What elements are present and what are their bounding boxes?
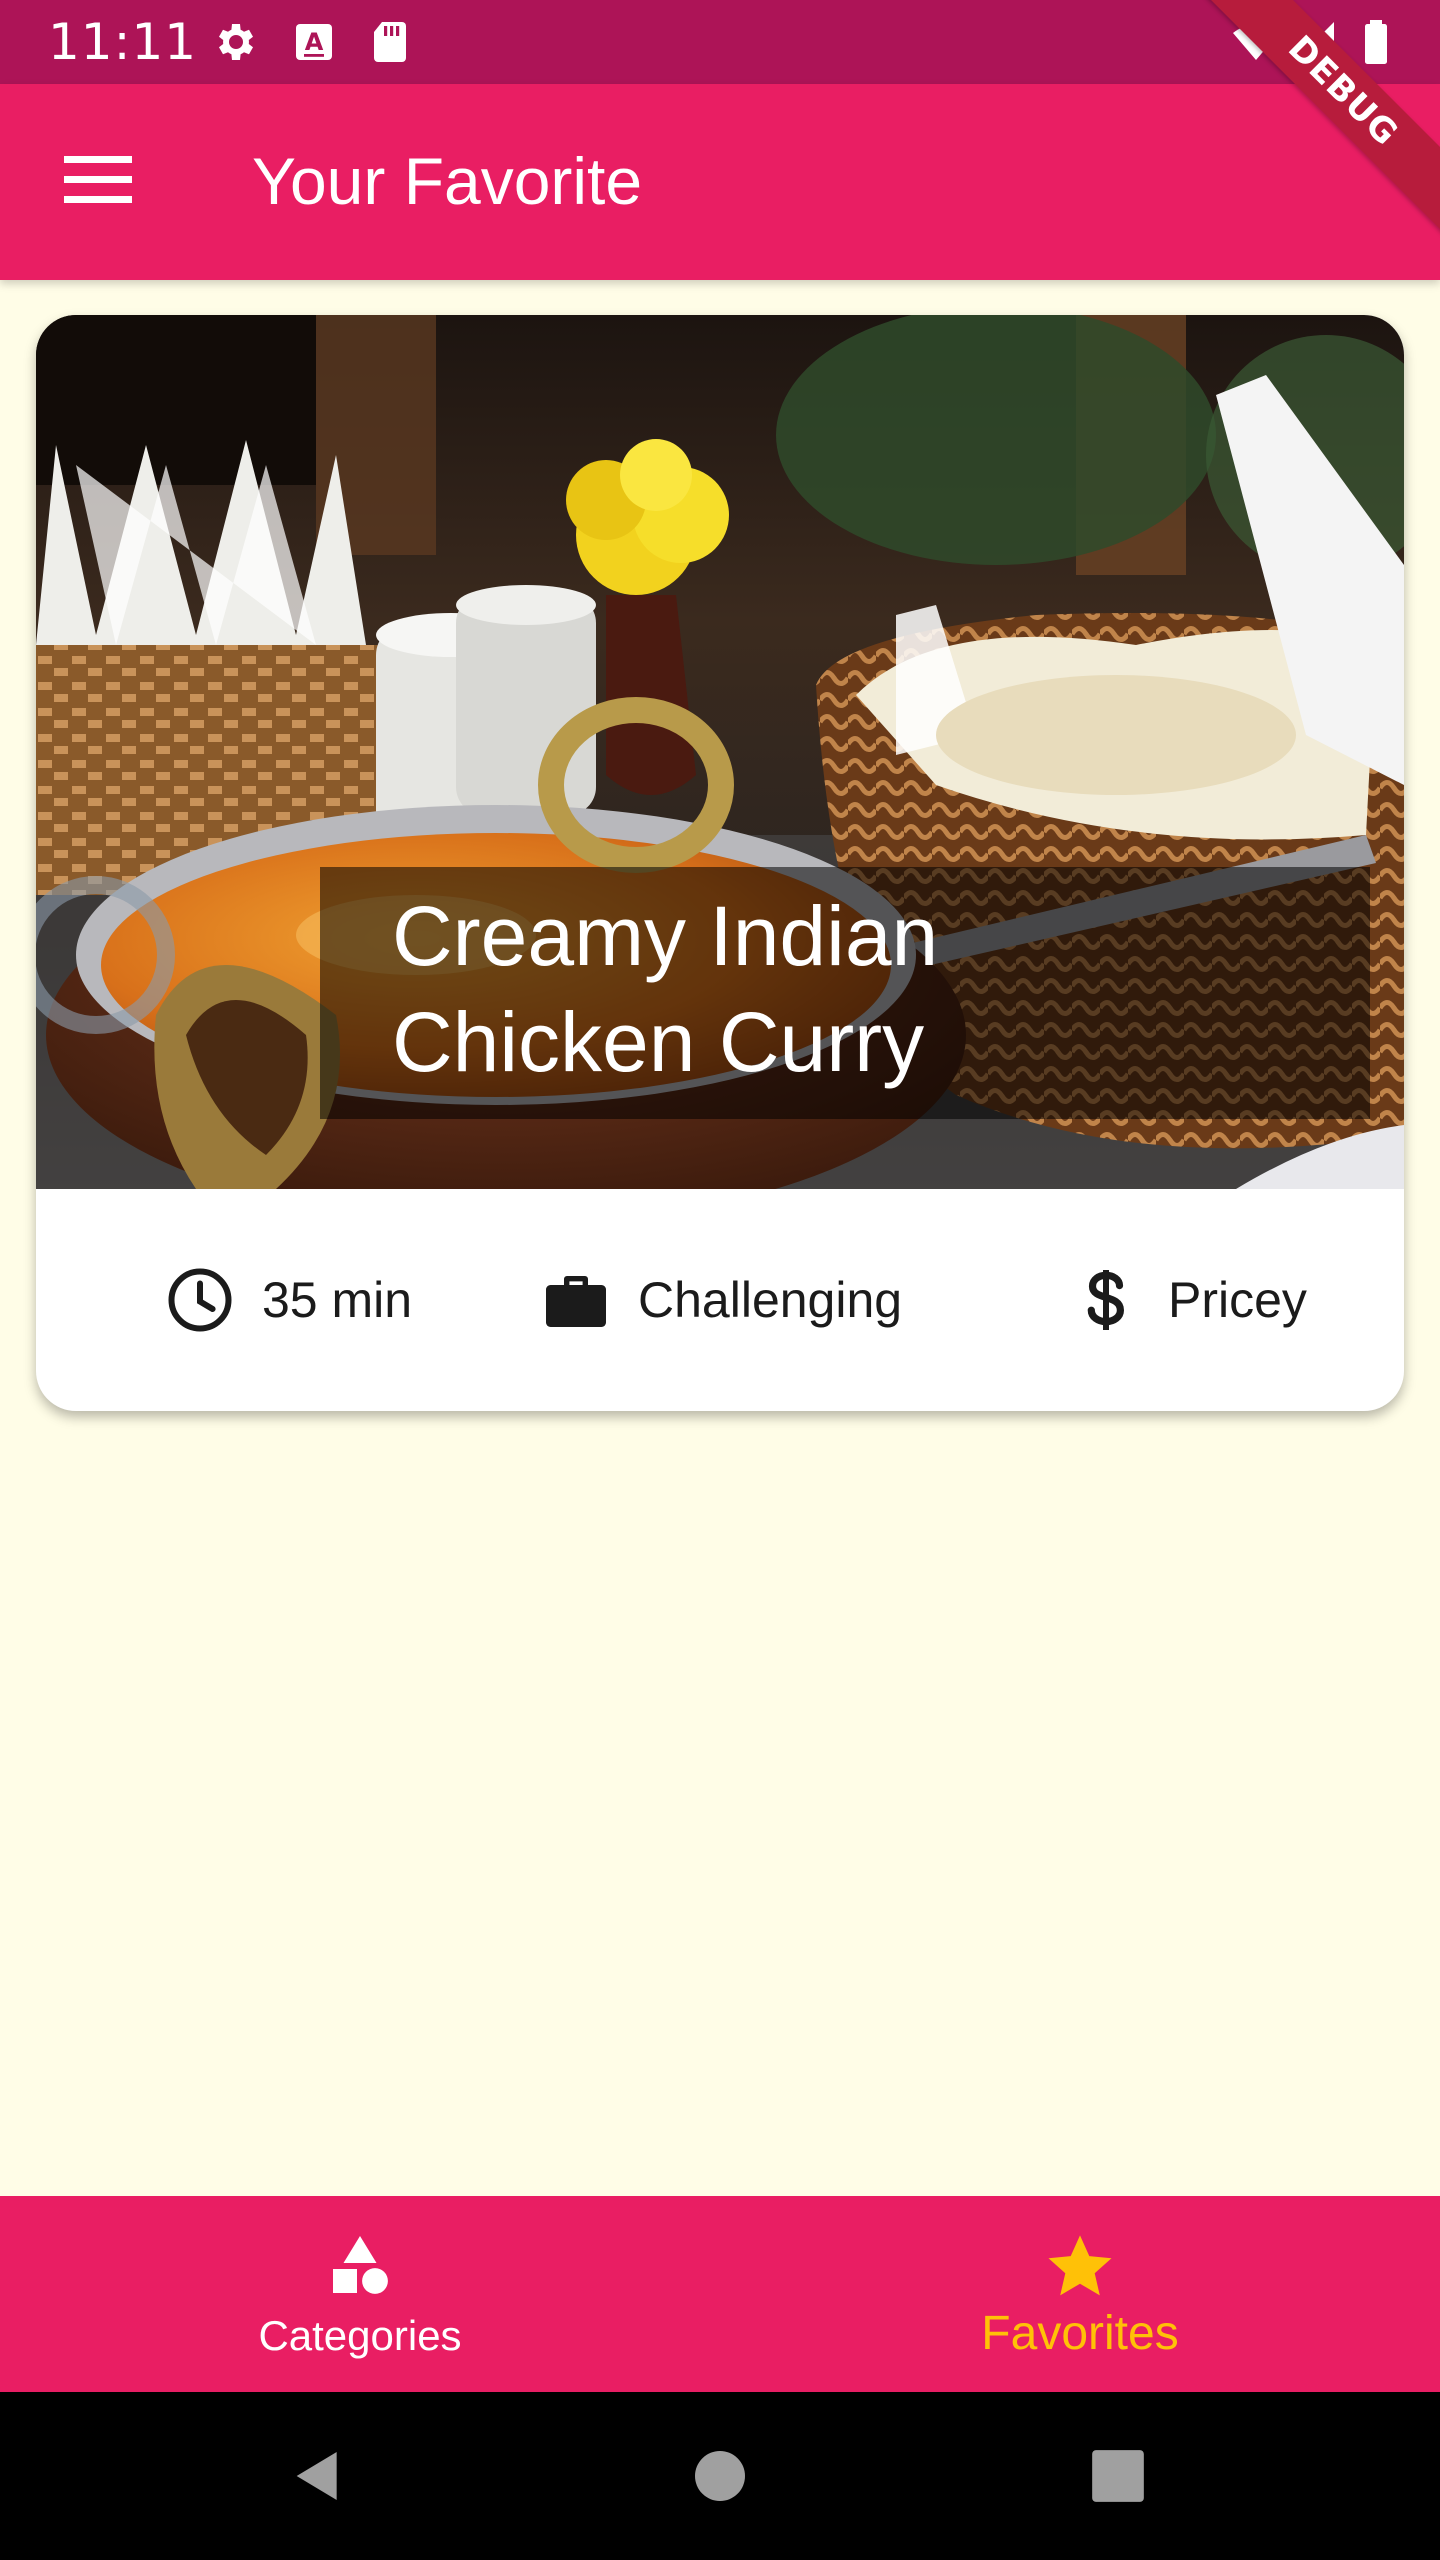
briefcase-icon bbox=[540, 1264, 612, 1336]
a-keyboard-icon: A bbox=[296, 24, 332, 60]
home-icon bbox=[695, 2451, 745, 2501]
meal-complexity: Challenging bbox=[540, 1189, 902, 1411]
sd-card-icon bbox=[374, 22, 406, 62]
gear-icon bbox=[219, 24, 253, 60]
system-navigation-bar bbox=[0, 2392, 1440, 2560]
recents-button[interactable] bbox=[1078, 2436, 1158, 2516]
meal-card[interactable]: Creamy Indian Chicken Curry 35 min Chall… bbox=[36, 315, 1404, 1411]
clock-icon bbox=[164, 1264, 236, 1336]
bottom-navigation: Categories Favorites bbox=[0, 2196, 1440, 2392]
meal-complexity-text: Challenging bbox=[638, 1272, 903, 1328]
nav-label-categories: Categories bbox=[258, 2312, 462, 2359]
menu-button[interactable] bbox=[50, 132, 146, 228]
nav-item-categories[interactable]: Categories bbox=[0, 2196, 720, 2392]
nav-item-favorites[interactable]: Favorites bbox=[720, 2196, 1440, 2392]
back-icon bbox=[296, 2452, 337, 2500]
dollar-icon bbox=[1070, 1264, 1142, 1336]
meal-title: Creamy Indian Chicken Curry bbox=[392, 889, 939, 1089]
meal-meta-row: 35 min Challenging Pricey bbox=[36, 1189, 1404, 1411]
star-icon bbox=[1048, 2235, 1112, 2296]
page-title: Your Favorite bbox=[252, 144, 643, 218]
meal-affordability-text: Pricey bbox=[1168, 1272, 1307, 1328]
menu-icon bbox=[64, 156, 132, 203]
home-button[interactable] bbox=[680, 2436, 760, 2516]
nav-label-favorites: Favorites bbox=[981, 2307, 1179, 2360]
app-bar: Your Favorite bbox=[0, 84, 1440, 280]
svg-text:A: A bbox=[305, 28, 324, 56]
battery-icon bbox=[1365, 20, 1387, 64]
status-time: 11:11 bbox=[48, 13, 198, 71]
back-button[interactable] bbox=[278, 2436, 358, 2516]
meal-duration: 35 min bbox=[164, 1189, 412, 1411]
recents-icon bbox=[1092, 2450, 1144, 2502]
category-shapes-icon bbox=[333, 2236, 388, 2294]
meal-affordability: Pricey bbox=[1070, 1189, 1307, 1411]
meal-duration-text: 35 min bbox=[262, 1272, 413, 1328]
